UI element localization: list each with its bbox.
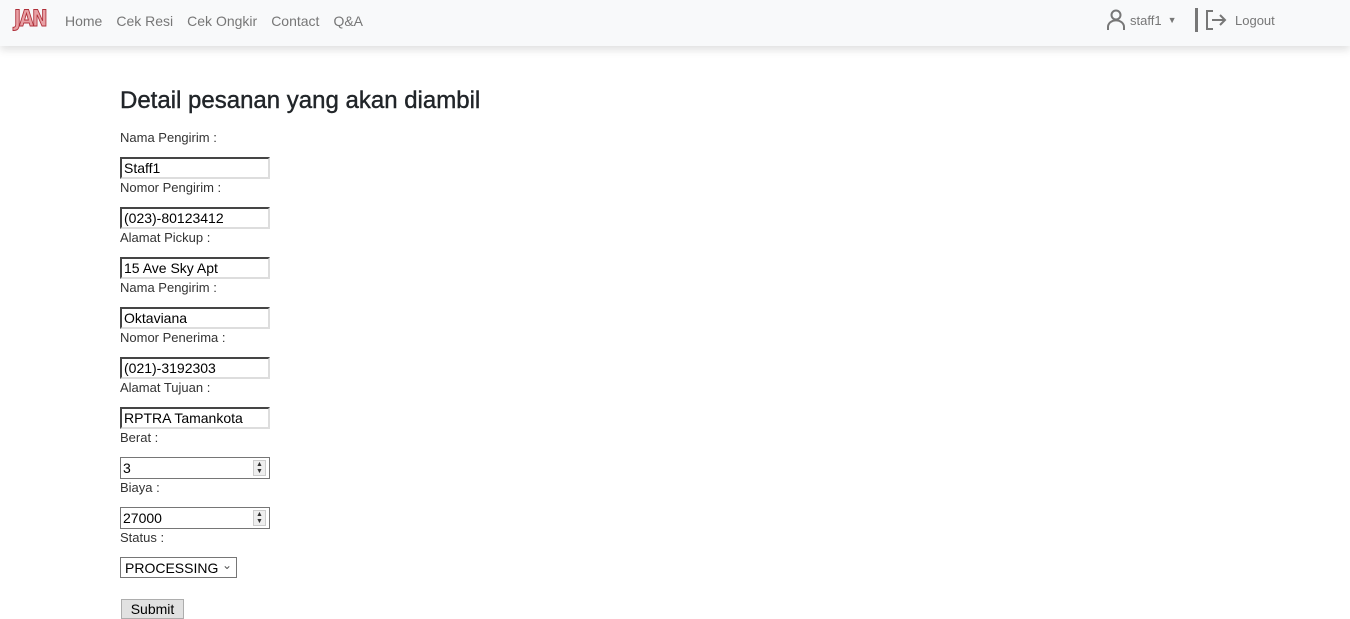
sender-phone-input[interactable]: (023)-80123412 — [120, 207, 270, 229]
divider — [1195, 8, 1198, 32]
brand-logo[interactable]: JAN — [14, 7, 49, 33]
chevron-down-icon: ⌄ — [221, 557, 232, 572]
navbar: JAN Home Cek Resi Cek Ongkir Contact Q&A… — [0, 0, 1350, 46]
nav-links: Home Cek Resi Cek Ongkir Contact Q&A — [65, 13, 363, 29]
nav-cek-ongkir[interactable]: Cek Ongkir — [187, 13, 257, 29]
nav-qa[interactable]: Q&A — [333, 13, 363, 29]
status-label: Status : — [120, 530, 165, 545]
sender-phone-label: Nomor Pengirim : — [120, 180, 222, 195]
nav-contact[interactable]: Contact — [271, 13, 319, 29]
user-dropdown[interactable]: staff1 ▼ — [1106, 9, 1176, 31]
recipient-phone-label: Nomor Penerima : — [120, 330, 226, 345]
weight-value: 3 — [123, 460, 131, 476]
logout-button[interactable]: Logout — [1205, 9, 1275, 31]
username: staff1 — [1130, 12, 1162, 28]
nav-home[interactable]: Home — [65, 13, 102, 29]
status-select[interactable]: PROCESSING ⌄ — [120, 557, 237, 578]
user-icon — [1107, 9, 1125, 30]
destination-address-label: Alamat Tujuan : — [120, 380, 211, 395]
status-value: PROCESSING — [125, 559, 219, 576]
submit-button[interactable]: Submit — [121, 599, 184, 619]
spinner-icon[interactable]: ▲ ▼ — [253, 460, 266, 476]
logout-label: Logout — [1235, 12, 1275, 28]
recipient-phone-input[interactable]: (021)-3192303 — [120, 357, 270, 379]
sender-name-label: Nama Pengirim : — [120, 130, 217, 145]
page-title: Detail pesanan yang akan diambil — [120, 87, 481, 114]
weight-input[interactable]: 3 ▲ ▼ — [120, 457, 270, 479]
pickup-address-input[interactable]: 15 Ave Sky Apt — [120, 257, 270, 279]
recipient-name-input[interactable]: Oktaviana — [120, 307, 270, 329]
caret-down-icon: ▼ — [1167, 15, 1177, 25]
cost-input[interactable]: 27000 ▲ ▼ — [120, 507, 270, 529]
spinner-icon[interactable]: ▲ ▼ — [253, 510, 266, 526]
logout-icon — [1206, 10, 1227, 30]
recipient-name-label: Nama Pengirim : — [120, 280, 217, 295]
cost-value: 27000 — [123, 510, 162, 526]
pickup-address-label: Alamat Pickup : — [120, 230, 211, 245]
weight-label: Berat : — [120, 430, 159, 445]
cost-label: Biaya : — [120, 480, 160, 495]
nav-cek-resi[interactable]: Cek Resi — [116, 13, 173, 29]
sender-name-input[interactable]: Staff1 — [120, 157, 270, 179]
destination-address-input[interactable]: RPTRA Tamankota — [120, 407, 270, 429]
